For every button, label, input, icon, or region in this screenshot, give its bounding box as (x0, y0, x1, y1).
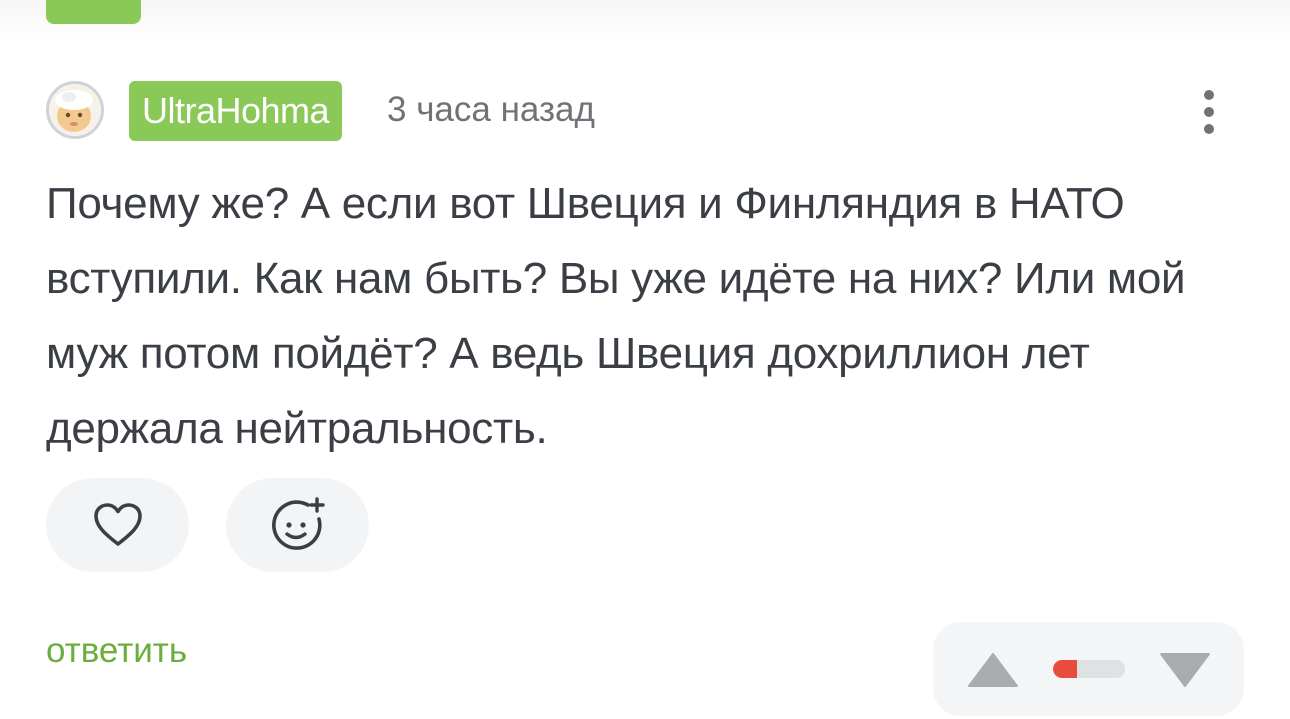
like-button[interactable] (46, 478, 189, 572)
add-reaction-button[interactable] (226, 478, 369, 572)
rating-bar-fill (1053, 660, 1077, 678)
reply-link[interactable]: ответить (46, 628, 187, 674)
user-avatar[interactable] (46, 81, 104, 139)
comment-body: Почему же? А если вот Швеция и Финляндия… (46, 179, 1186, 453)
username[interactable]: UltraHohma (129, 81, 343, 141)
previous-comment-edge (0, 0, 1290, 40)
comment-time: 3 часа назад (387, 90, 595, 129)
triangle-down-icon[interactable] (1159, 652, 1211, 688)
rating-bar (1053, 660, 1125, 678)
triangle-up-icon[interactable] (967, 652, 1019, 688)
avatar-image (49, 84, 101, 136)
more-vertical-icon (1204, 90, 1214, 100)
heart-icon (93, 503, 142, 546)
previous-comment-tag (46, 0, 141, 24)
more-options-button[interactable] (1190, 84, 1228, 140)
more-vertical-icon-dot (1204, 107, 1214, 117)
more-vertical-icon-dot (1204, 124, 1214, 134)
emoji-add-icon (271, 497, 325, 550)
rating-widget (933, 622, 1244, 716)
